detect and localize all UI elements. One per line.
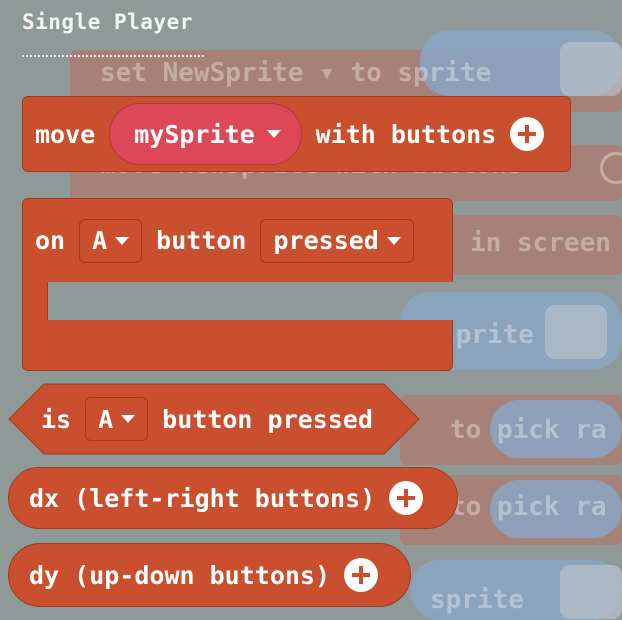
chevron-down-icon bbox=[386, 236, 401, 245]
category-title: Single Player bbox=[22, 10, 193, 34]
button-dropdown[interactable]: A bbox=[79, 218, 143, 263]
button-pressed-label: button pressed bbox=[162, 404, 373, 434]
on-button-header: on A button pressed bbox=[22, 198, 453, 282]
chevron-down-icon bbox=[115, 236, 130, 245]
ghost-text-6: to pick ra bbox=[450, 492, 607, 522]
chevron-down-icon bbox=[121, 415, 136, 423]
button-label: button bbox=[156, 226, 247, 255]
on-button-event-block[interactable]: on A button pressed bbox=[22, 198, 453, 371]
is-label: is bbox=[41, 404, 72, 434]
plus-icon[interactable] bbox=[389, 481, 424, 515]
button-dropdown-value: A bbox=[92, 226, 108, 255]
sprite-dropdown[interactable]: mySprite bbox=[109, 103, 302, 165]
ghost-text-4: sprite bbox=[440, 320, 534, 350]
ghost-text-1: set NewSprite ▾ to sprite bbox=[100, 58, 492, 88]
ghost-sprite-thumbnail bbox=[560, 42, 622, 96]
category-title-divider bbox=[22, 55, 204, 57]
ghost-strawberry-thumbnail bbox=[545, 305, 607, 359]
dx-reporter-block[interactable]: dx (left-right buttons) bbox=[8, 467, 458, 529]
button-dropdown-value: A bbox=[98, 404, 114, 434]
c-block-arm bbox=[22, 282, 48, 320]
move-label: move bbox=[35, 119, 96, 149]
ghost-sprite-thumbnail-3 bbox=[560, 565, 622, 619]
plus-icon[interactable] bbox=[344, 558, 379, 592]
ghost-text-7: sprite bbox=[430, 585, 524, 615]
dy-reporter-block[interactable]: dy (up-down buttons) bbox=[8, 543, 411, 607]
event-dropdown[interactable]: pressed bbox=[260, 218, 414, 263]
ghost-text-5: to pick ra bbox=[450, 415, 607, 445]
c-block-footer bbox=[22, 320, 453, 371]
is-button-pressed-block[interactable]: is A button pressed bbox=[8, 383, 420, 455]
chevron-down-icon bbox=[266, 130, 281, 138]
button-dropdown[interactable]: A bbox=[85, 397, 149, 441]
dy-label: dy (up-down buttons) bbox=[29, 560, 331, 590]
on-label: on bbox=[35, 226, 66, 255]
is-pressed-content: is A button pressed bbox=[41, 383, 373, 455]
event-dropdown-value: pressed bbox=[273, 226, 379, 255]
dx-label: dx (left-right buttons) bbox=[29, 483, 376, 513]
sprite-dropdown-value: mySprite bbox=[134, 119, 255, 149]
move-with-buttons-block[interactable]: move mySprite with buttons bbox=[22, 96, 571, 172]
with-buttons-label: with buttons bbox=[315, 119, 497, 149]
ghost-text-3: in screen bbox=[470, 228, 611, 258]
plus-icon[interactable] bbox=[510, 117, 545, 151]
